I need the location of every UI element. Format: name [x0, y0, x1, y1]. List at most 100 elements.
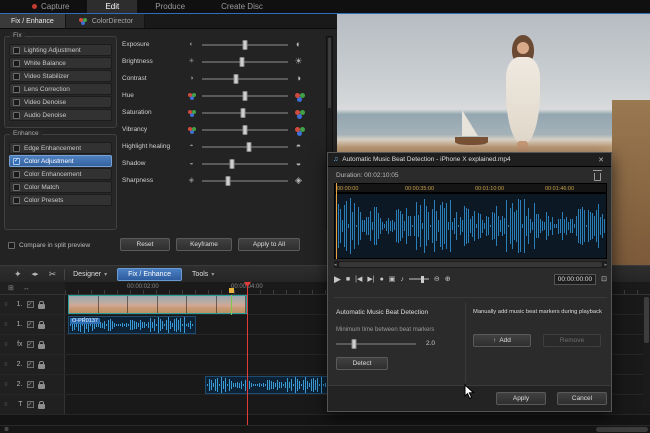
enhance-item-color-match[interactable]: Color Match [9, 181, 112, 193]
track-list-menu-icon[interactable]: ≣ [4, 426, 9, 433]
stop-button[interactable]: ■ [346, 276, 350, 283]
audio-denoise-checkbox[interactable] [13, 111, 20, 119]
sliders-scrollbar-thumb[interactable] [328, 38, 331, 108]
track-header-audio1[interactable]: ≡ 1. [0, 315, 65, 334]
tab-fix-enhance[interactable]: Fix / Enhance [0, 14, 66, 28]
timeline-marker[interactable] [229, 288, 234, 293]
hue-slider[interactable] [202, 90, 288, 101]
fix-item-video-denoise[interactable]: Video Denoise [9, 96, 112, 108]
record-button[interactable]: ● [380, 276, 384, 283]
saturation-slider-thumb[interactable] [240, 107, 246, 118]
color-adjustment-checkbox[interactable] [13, 157, 20, 165]
tab-capture[interactable]: Capture [14, 0, 87, 13]
sharpness-slider-thumb[interactable] [225, 175, 231, 186]
audio-clip[interactable] [205, 376, 335, 394]
exposure-slider[interactable] [202, 39, 288, 50]
highlight-healing-slider-thumb[interactable] [246, 141, 252, 152]
fix-enhance-button[interactable]: Fix / Enhance [117, 267, 182, 281]
track-lock-icon[interactable] [37, 320, 45, 329]
scroll-left-icon[interactable]: ◂ [334, 262, 337, 268]
white-balance-checkbox[interactable] [13, 59, 20, 67]
dialog-waveform-ruler[interactable]: 00:00:00 00:00:35:00 00:01:10:00 00:01:4… [334, 183, 607, 193]
track-drag-handle-icon[interactable]: ≡ [4, 402, 8, 408]
enhance-item-edge-enhancement[interactable]: Edge Enhancement [9, 142, 112, 154]
shadow-slider-thumb[interactable] [229, 158, 235, 169]
dialog-waveform[interactable] [334, 193, 607, 259]
track-lock-icon[interactable] [37, 400, 45, 409]
track-drag-handle-icon[interactable]: ≡ [4, 302, 8, 308]
previous-frame-button[interactable]: |◀ [355, 276, 362, 283]
cancel-button[interactable]: Cancel [557, 392, 607, 405]
dialog-waveform-scrollbar[interactable]: ◂ ▸ [334, 261, 607, 268]
scissors-icon[interactable]: ✂ [49, 269, 57, 279]
close-icon[interactable]: ✕ [596, 156, 606, 164]
detect-button[interactable]: Detect [336, 357, 388, 370]
fix-item-audio-denoise[interactable]: Audio Denoise [9, 109, 112, 121]
fix-item-video-stabilizer[interactable]: Video Stabilizer [9, 70, 112, 82]
zoom-out-icon[interactable]: ⊖ [434, 276, 440, 283]
apply-to-all-button[interactable]: Apply to All [238, 238, 300, 251]
split-clip-icon[interactable]: ◂▸ [32, 271, 39, 278]
fix-item-white-balance[interactable]: White Balance [9, 57, 112, 69]
video-stabilizer-checkbox[interactable] [13, 72, 20, 80]
tab-produce[interactable]: Produce [137, 0, 203, 13]
audio-clip[interactable]: O-PR0137 [68, 316, 196, 334]
delete-markers-icon[interactable] [593, 170, 602, 181]
dialog-titlebar[interactable]: ♫ Automatic Music Beat Detection - iPhon… [328, 153, 611, 167]
contrast-slider[interactable] [202, 73, 288, 84]
track-header-video2[interactable]: ≡ 2. [0, 355, 65, 374]
video-denoise-checkbox[interactable] [13, 98, 20, 106]
playhead-line[interactable] [247, 282, 248, 425]
snapshot-button[interactable]: ▣ [389, 276, 396, 283]
track-enable-checkbox[interactable] [26, 401, 34, 408]
remove-marker-button[interactable]: Remove [543, 334, 601, 347]
play-button[interactable]: ▶ [334, 274, 341, 284]
tools-menu[interactable]: Tools ▾ [192, 271, 214, 278]
vibrancy-slider[interactable] [202, 124, 288, 135]
saturation-slider[interactable] [202, 107, 288, 118]
tab-create-disc[interactable]: Create Disc [203, 0, 281, 13]
brightness-slider[interactable] [202, 56, 288, 67]
min-time-slider[interactable] [336, 339, 416, 349]
color-enhancement-checkbox[interactable] [13, 170, 20, 178]
track-lock-icon[interactable] [37, 340, 45, 349]
enhance-item-color-presets[interactable]: Color Presets [9, 194, 112, 206]
contrast-slider-thumb[interactable] [233, 73, 239, 84]
keyframe-button[interactable]: Keyframe [176, 238, 232, 251]
zoom-in-icon[interactable]: ⊕ [445, 276, 451, 283]
lens-correction-checkbox[interactable] [13, 85, 20, 93]
fix-item-lighting-adjustment[interactable]: Lighting Adjustment [9, 44, 112, 56]
track-enable-checkbox[interactable] [26, 301, 34, 308]
track-drag-handle-icon[interactable]: ≡ [4, 382, 8, 388]
range-select-icon[interactable]: ↔ [23, 285, 30, 292]
mute-button[interactable]: ♪ [400, 276, 404, 283]
track-drag-handle-icon[interactable]: ≡ [4, 342, 8, 348]
vibrancy-slider-thumb[interactable] [242, 124, 248, 135]
tab-edit[interactable]: Edit [87, 0, 138, 13]
detach-view-icon[interactable]: ⊡ [601, 276, 607, 283]
video-clip[interactable] [68, 295, 247, 314]
timeline-horizontal-scrollbar[interactable]: ≣ [0, 425, 650, 433]
fix-item-lens-correction[interactable]: Lens Correction [9, 83, 112, 95]
apply-button[interactable]: Apply [496, 392, 546, 405]
tracks-scrollbar[interactable] [643, 295, 650, 407]
min-time-slider-thumb[interactable] [351, 339, 357, 349]
track-enable-checkbox[interactable] [26, 341, 34, 348]
compare-split-preview[interactable]: Compare in split preview [8, 242, 90, 249]
shadow-slider[interactable] [202, 158, 288, 169]
track-lock-icon[interactable] [37, 300, 45, 309]
track-enable-checkbox[interactable] [26, 361, 34, 368]
reset-button[interactable]: Reset [120, 238, 170, 251]
track-header-fx[interactable]: ≡ fx [0, 335, 65, 354]
add-marker-button[interactable]: ↑ Add [473, 334, 531, 347]
dialog-playhead[interactable] [336, 183, 337, 259]
brightness-slider-thumb[interactable] [239, 56, 245, 67]
track-lock-icon[interactable] [37, 380, 45, 389]
track-drag-handle-icon[interactable]: ≡ [4, 322, 8, 328]
compare-split-preview-checkbox[interactable] [8, 242, 15, 249]
color-presets-checkbox[interactable] [13, 196, 20, 204]
horizontal-scrollbar-thumb[interactable] [596, 427, 648, 432]
next-frame-button[interactable]: ▶| [367, 276, 374, 283]
track-enable-checkbox[interactable] [26, 321, 34, 328]
track-header-audio2[interactable]: ≡ 2. [0, 375, 65, 394]
